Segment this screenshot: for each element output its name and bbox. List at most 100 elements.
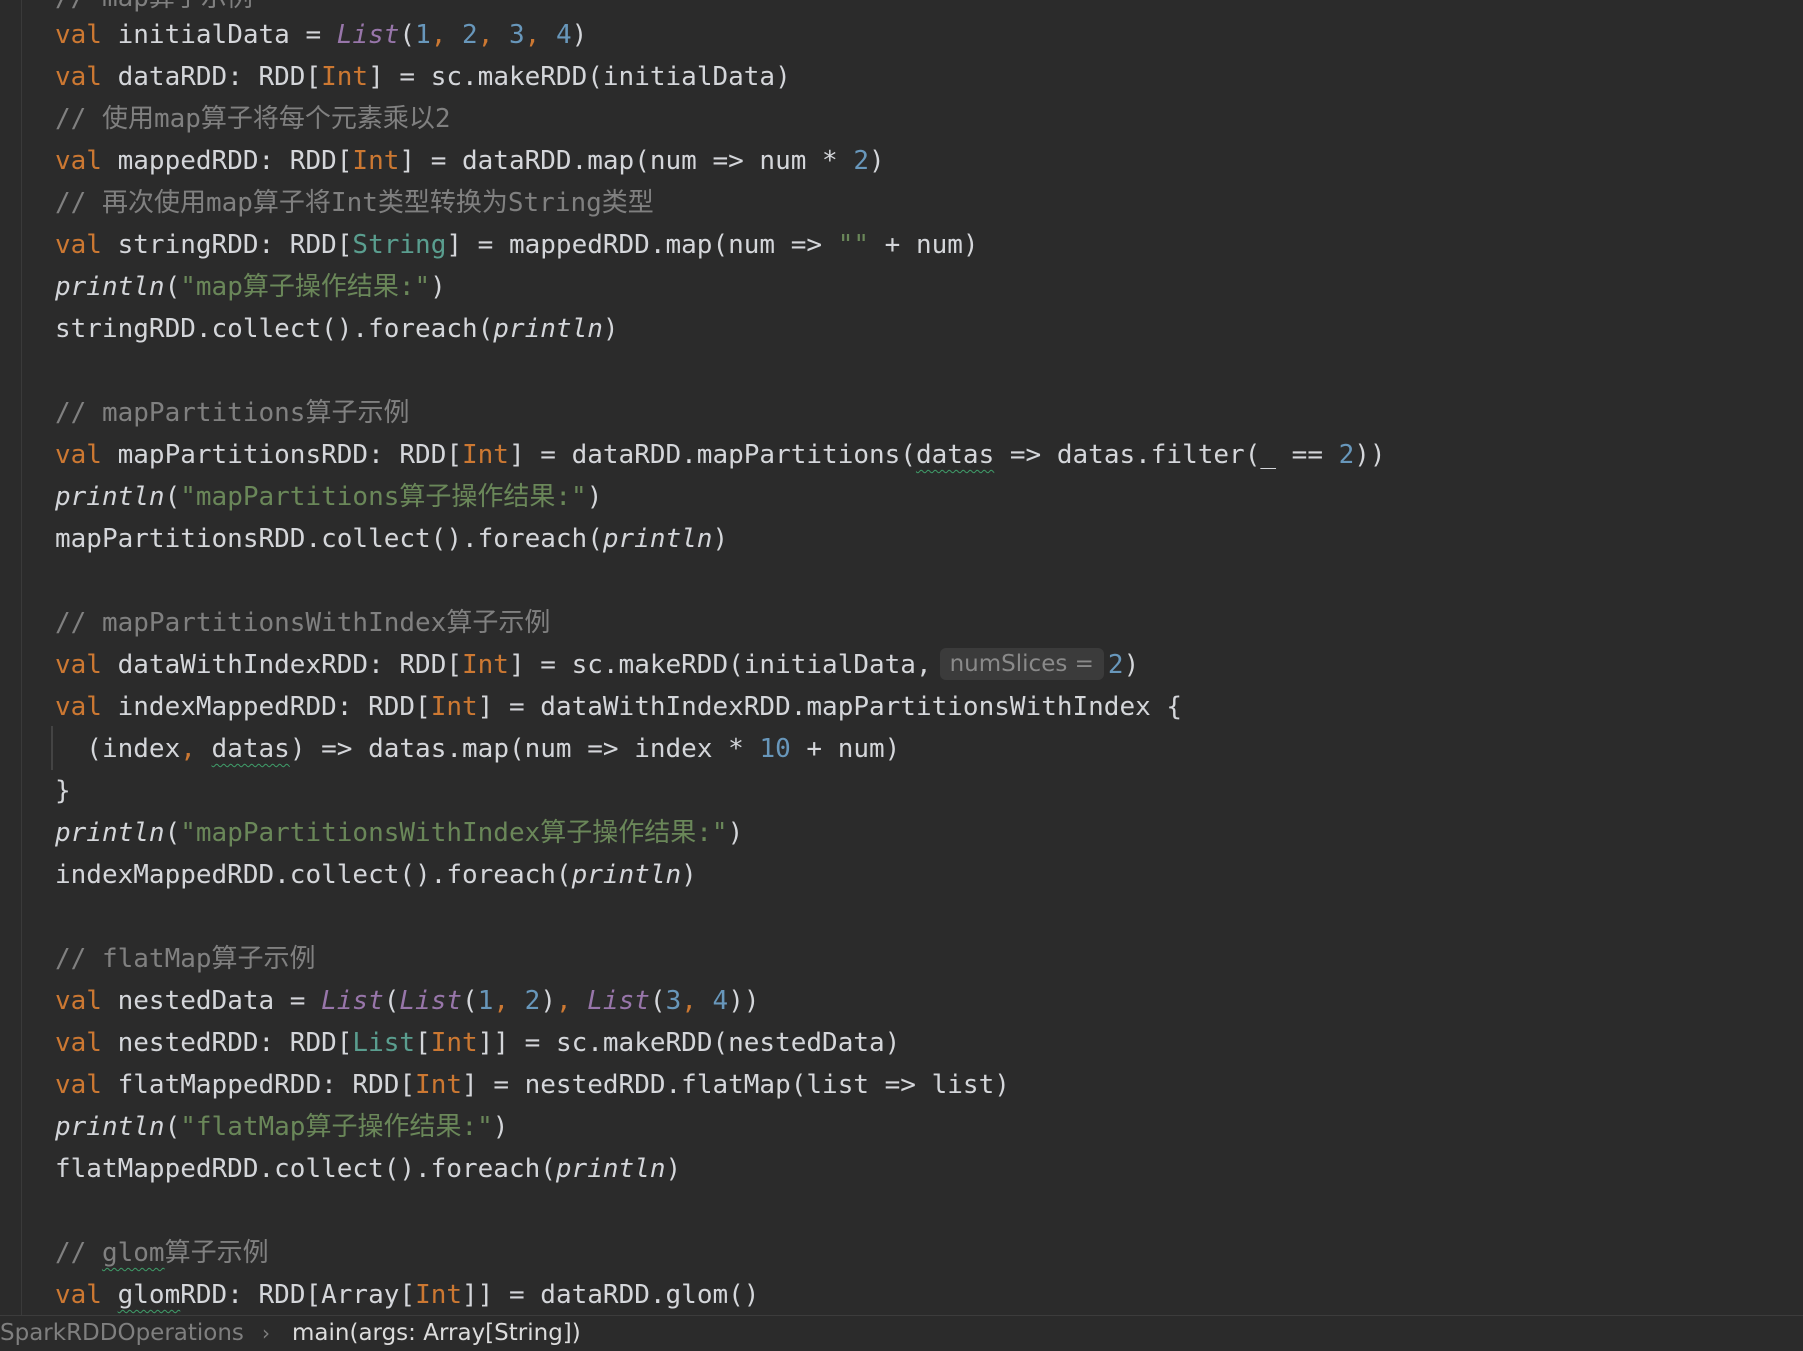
keyword: val: [55, 1070, 102, 1100]
keyword: val: [55, 62, 102, 92]
number-literal: 4: [712, 986, 729, 1016]
code-text: ): [492, 1112, 509, 1142]
code-line-12: mapPartitionsRDD.collect().foreach(print…: [55, 519, 728, 559]
type-name: Int: [462, 440, 509, 470]
breadcrumb: SparkRDDOperations › main(args: Array[St…: [0, 1315, 1803, 1351]
comment-text: 算子示例: [164, 1238, 269, 1268]
code-line-5: // 再次使用map算子将Int类型转换为String类型: [55, 183, 654, 223]
indent-guide: [51, 726, 53, 770]
code-text: + num): [790, 734, 901, 764]
keyword: val: [55, 146, 102, 176]
function-name: println: [55, 272, 165, 302]
comma: ,: [430, 20, 463, 50]
code-line-8: stringRDD.collect().foreach(println): [55, 309, 619, 349]
type-name: String: [352, 230, 447, 260]
code-text: RDD: RDD[Array[: [180, 1280, 416, 1310]
parameter-name-hint: numSlices =: [939, 648, 1104, 680]
code-text: ): [430, 272, 446, 302]
warning-squiggle[interactable]: datas: [916, 440, 994, 470]
code-text: ] = dataRDD.map(num => num *: [399, 146, 854, 176]
string-literal: "mapPartitions算子操作结果:": [180, 482, 587, 512]
code-text: ): [571, 20, 588, 50]
code-line-6: val stringRDD: RDD[String] = mappedRDD.m…: [55, 225, 979, 265]
code-text: initialData =: [101, 20, 337, 50]
code-text: ): [1123, 650, 1140, 680]
code-text: (: [164, 818, 181, 848]
code-text: ): [712, 524, 729, 554]
code-text: [: [415, 1028, 431, 1058]
code-text: => datas.filter(_ ==: [994, 440, 1339, 470]
code-text: ] = sc.makeRDD(initialData,: [508, 650, 932, 680]
code-text: dataRDD: RDD[: [101, 62, 322, 92]
type-name: List: [352, 1028, 416, 1058]
code-text: mappedRDD: RDD[: [101, 146, 353, 176]
warning-squiggle[interactable]: datas: [212, 734, 290, 764]
code-text: ] = dataWithIndexRDD.mapPartitionsWithIn…: [477, 692, 1183, 722]
code-text: indexMappedRDD.collect().foreach(: [55, 860, 572, 890]
code-text: ] = dataRDD.mapPartitions(: [508, 440, 916, 470]
code-line-24: println("flatMap算子操作结果:"): [55, 1107, 508, 1147]
code-text: ): [727, 818, 744, 848]
code-line-1: val initialData = List(1, 2, 3, 4): [55, 15, 587, 55]
comment-text: // mapPartitionsWithIndex算子示例: [55, 608, 551, 638]
code-line-18: println("mapPartitionsWithIndex算子操作结果:"): [55, 813, 743, 853]
code-text: indexMappedRDD: RDD[: [101, 692, 431, 722]
comment-text: // 使用map算子将每个元素乘以2: [55, 104, 451, 134]
comma: ,: [180, 734, 196, 764]
code-line-22: val nestedRDD: RDD[List[Int]] = sc.makeR…: [55, 1023, 900, 1063]
code-text: }: [55, 776, 71, 806]
comment-text: // 再次使用map算子将Int类型转换为String类型: [55, 188, 654, 218]
code-line-14: val dataWithIndexRDD: RDD[Int] = sc.make…: [55, 645, 1139, 685]
code-text: )): [728, 986, 760, 1016]
chevron-right-icon: ›: [262, 1321, 270, 1345]
number-literal: 3: [509, 20, 525, 50]
code-line-19: indexMappedRDD.collect().foreach(println…: [55, 855, 697, 895]
code-text: ): [665, 1154, 682, 1184]
keyword: val: [55, 230, 102, 260]
code-line-20: // flatMap算子示例: [55, 939, 316, 979]
function-name: println: [571, 860, 682, 890]
code-line-2: val dataRDD: RDD[Int] = sc.makeRDD(initi…: [55, 57, 791, 97]
code-text: (: [383, 986, 400, 1016]
code-text: (: [649, 986, 666, 1016]
number-literal: 2: [462, 20, 478, 50]
code-text: nestedRDD: RDD[: [101, 1028, 353, 1058]
code-text: (: [462, 986, 478, 1016]
keyword: val: [55, 440, 102, 470]
code-line-10: val mapPartitionsRDD: RDD[Int] = dataRDD…: [55, 435, 1386, 475]
comment-text: //: [55, 1238, 102, 1268]
code-line-9: // mapPartitions算子示例: [55, 393, 409, 433]
keyword: val: [55, 20, 102, 50]
number-literal: 2: [1107, 650, 1124, 680]
code-line-27: val glomRDD: RDD[Array[Int]] = dataRDD.g…: [55, 1275, 759, 1315]
warning-squiggle[interactable]: glom: [118, 1280, 181, 1310]
comment-text: // flatMap算子示例: [55, 944, 316, 974]
function-name: println: [602, 524, 713, 554]
code-text: flatMappedRDD: RDD[: [101, 1070, 416, 1100]
code-text: ) => datas.map(num => index *: [289, 734, 760, 764]
code-editor[interactable]: // map算子示例 val initialData = List(1, 2, …: [0, 0, 1803, 1315]
code-text: stringRDD: RDD[: [101, 230, 353, 260]
number-literal: 2: [1338, 440, 1355, 470]
code-text: ): [586, 482, 603, 512]
string-literal: "flatMap算子操作结果:": [180, 1112, 493, 1142]
code-text: ): [869, 146, 885, 176]
keyword: val: [55, 986, 102, 1016]
code-line-7: println("map算子操作结果:"): [55, 267, 446, 307]
function-name: List: [336, 20, 400, 50]
code-text: flatMappedRDD.collect().foreach(: [55, 1154, 556, 1184]
breadcrumb-item-method[interactable]: main(args: Array[String]): [292, 1316, 581, 1351]
function-name: List: [399, 986, 463, 1016]
function-name: println: [55, 482, 165, 512]
code-line-17: }: [55, 771, 71, 811]
code-line-3: // 使用map算子将每个元素乘以2: [55, 99, 451, 139]
warning-squiggle[interactable]: glom: [102, 1238, 165, 1268]
number-literal: 2: [853, 146, 869, 176]
breadcrumb-item-object[interactable]: SparkRDDOperations: [0, 1316, 244, 1351]
code-text: ): [681, 860, 697, 890]
comma: ,: [681, 986, 713, 1016]
code-text: ] = nestedRDD.flatMap(list => list): [462, 1070, 1010, 1100]
code-line-11: println("mapPartitions算子操作结果:"): [55, 477, 602, 517]
code-text: (index: [55, 734, 181, 764]
